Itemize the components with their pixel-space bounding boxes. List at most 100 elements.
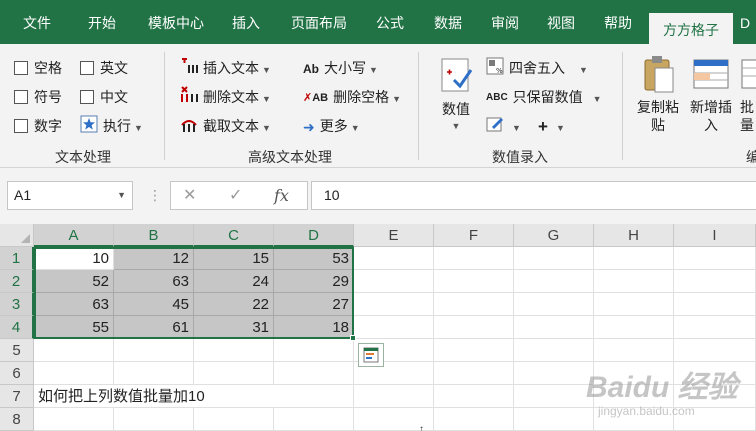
cell-empty[interactable] xyxy=(434,293,514,316)
cell-b3[interactable]: 45 xyxy=(114,293,194,316)
tab-formulas[interactable]: 公式 xyxy=(366,0,414,44)
cell-empty[interactable] xyxy=(194,362,274,385)
select-all-button[interactable] xyxy=(0,224,34,247)
cell-empty[interactable] xyxy=(354,385,434,408)
column-header-e[interactable]: E xyxy=(354,224,434,247)
column-header-i[interactable]: I xyxy=(674,224,756,247)
cell-a1[interactable]: 10 xyxy=(34,247,114,270)
cell-empty[interactable] xyxy=(594,408,674,431)
column-header-f[interactable]: F xyxy=(434,224,514,247)
numeric-button[interactable]: 数值 ▼ xyxy=(436,56,476,136)
cell-empty[interactable] xyxy=(594,293,674,316)
cell-empty[interactable] xyxy=(194,339,274,362)
column-header-c[interactable]: C xyxy=(194,224,274,247)
cell-empty[interactable] xyxy=(674,293,756,316)
cancel-icon[interactable]: ✕ xyxy=(183,182,196,209)
tab-file[interactable]: 文件 xyxy=(12,0,62,44)
cell-empty[interactable] xyxy=(674,362,756,385)
cell-empty[interactable] xyxy=(594,247,674,270)
quick-analysis-button[interactable] xyxy=(358,343,384,367)
tab-view[interactable]: 视图 xyxy=(537,0,585,44)
cell-empty[interactable] xyxy=(514,316,594,339)
checkbox-symbol[interactable]: 符号 xyxy=(14,86,62,108)
cell-empty[interactable] xyxy=(434,339,514,362)
column-header-d[interactable]: D xyxy=(274,224,354,247)
cell-b4[interactable]: 61 xyxy=(114,316,194,339)
insert-function-icon[interactable]: fx xyxy=(274,182,289,209)
cell-empty[interactable] xyxy=(434,385,514,408)
cell-b2[interactable]: 63 xyxy=(114,270,194,293)
cell-empty[interactable] xyxy=(514,270,594,293)
cell-empty[interactable] xyxy=(594,385,674,408)
tab-page-layout[interactable]: 页面布局 xyxy=(281,0,357,44)
cell-empty[interactable] xyxy=(514,293,594,316)
column-header-g[interactable]: G xyxy=(514,224,594,247)
cell-empty[interactable] xyxy=(354,293,434,316)
row-header-4[interactable]: 4 xyxy=(0,316,34,339)
cell-d3[interactable]: 27 xyxy=(274,293,354,316)
cell-empty[interactable] xyxy=(434,316,514,339)
checkbox-space[interactable]: 空格 xyxy=(14,57,62,79)
fill-handle[interactable] xyxy=(350,335,356,341)
row-header-3[interactable]: 3 xyxy=(0,293,34,316)
delete-text-button[interactable]: 删除文本 ▼ xyxy=(180,86,271,108)
tab-fangfang-gezi[interactable]: 方方格子 xyxy=(649,13,733,44)
cell-a4[interactable]: 55 xyxy=(34,316,114,339)
cell-c3[interactable]: 22 xyxy=(194,293,274,316)
tab-template-center[interactable]: 模板中心 xyxy=(138,0,214,44)
chevron-down-icon[interactable]: ▼ xyxy=(117,182,126,209)
cell-c4[interactable]: 31 xyxy=(194,316,274,339)
row-header-2[interactable]: 2 xyxy=(0,270,34,293)
row-header-5[interactable]: 5 xyxy=(0,339,34,362)
cell-empty[interactable] xyxy=(354,316,434,339)
cell-empty[interactable] xyxy=(274,339,354,362)
cell-empty[interactable] xyxy=(354,270,434,293)
case-button[interactable]: Ab 大小写 ▼ xyxy=(303,57,378,79)
more-button[interactable]: ➜ 更多 ▼ xyxy=(303,115,360,137)
cell-d2[interactable]: 29 xyxy=(274,270,354,293)
cell-empty[interactable] xyxy=(674,316,756,339)
cell-d4[interactable]: 18 xyxy=(274,316,354,339)
cell-empty[interactable] xyxy=(514,247,594,270)
row-header-8[interactable]: 8 xyxy=(0,408,34,431)
tab-overflow[interactable]: D xyxy=(740,0,756,44)
cell-a2[interactable]: 52 xyxy=(34,270,114,293)
cell-empty[interactable] xyxy=(34,408,114,431)
edit-dropdown-button[interactable]: ▼ xyxy=(486,115,521,137)
tab-review[interactable]: 审阅 xyxy=(481,0,529,44)
name-box[interactable]: A1 ▼ xyxy=(7,181,133,210)
row-header-1[interactable]: 1 xyxy=(0,247,34,270)
cell-empty[interactable] xyxy=(434,408,514,431)
cell-empty[interactable] xyxy=(274,362,354,385)
row-header-7[interactable]: 7 xyxy=(0,385,34,408)
tab-data[interactable]: 数据 xyxy=(424,0,472,44)
cell-empty[interactable] xyxy=(674,247,756,270)
delete-spaces-button[interactable]: ✗AB 删除空格 ▼ xyxy=(303,86,401,108)
cell-empty[interactable] xyxy=(434,362,514,385)
cell-empty[interactable] xyxy=(594,362,674,385)
cell-c2[interactable]: 24 xyxy=(194,270,274,293)
cell-empty[interactable] xyxy=(514,408,594,431)
cell-empty[interactable] xyxy=(674,270,756,293)
copy-paste-button[interactable]: 复制粘贴 xyxy=(633,54,683,146)
tab-home[interactable]: 开始 xyxy=(78,0,126,44)
formula-input[interactable]: 10 xyxy=(311,181,756,210)
round-button[interactable]: % 四舍五入 ▼ xyxy=(486,57,588,79)
cell-empty[interactable] xyxy=(674,339,756,362)
column-header-h[interactable]: H xyxy=(594,224,674,247)
add-dropdown-button[interactable]: + ▼ xyxy=(538,115,565,137)
cell-empty[interactable] xyxy=(194,408,274,431)
row-header-6[interactable]: 6 xyxy=(0,362,34,385)
cell-a3[interactable]: 63 xyxy=(34,293,114,316)
tab-help[interactable]: 帮助 xyxy=(594,0,642,44)
enter-icon[interactable]: ✓ xyxy=(229,182,242,209)
cell-empty[interactable] xyxy=(594,270,674,293)
cell-empty[interactable] xyxy=(594,339,674,362)
keep-numeric-button[interactable]: ABC 只保留数值 ▼ xyxy=(486,86,602,108)
cell-empty[interactable] xyxy=(34,339,114,362)
cell-empty[interactable] xyxy=(514,362,594,385)
cell-empty[interactable] xyxy=(514,385,594,408)
cell-empty[interactable] xyxy=(114,408,194,431)
cell-b1[interactable]: 12 xyxy=(114,247,194,270)
cell-empty[interactable] xyxy=(354,247,434,270)
